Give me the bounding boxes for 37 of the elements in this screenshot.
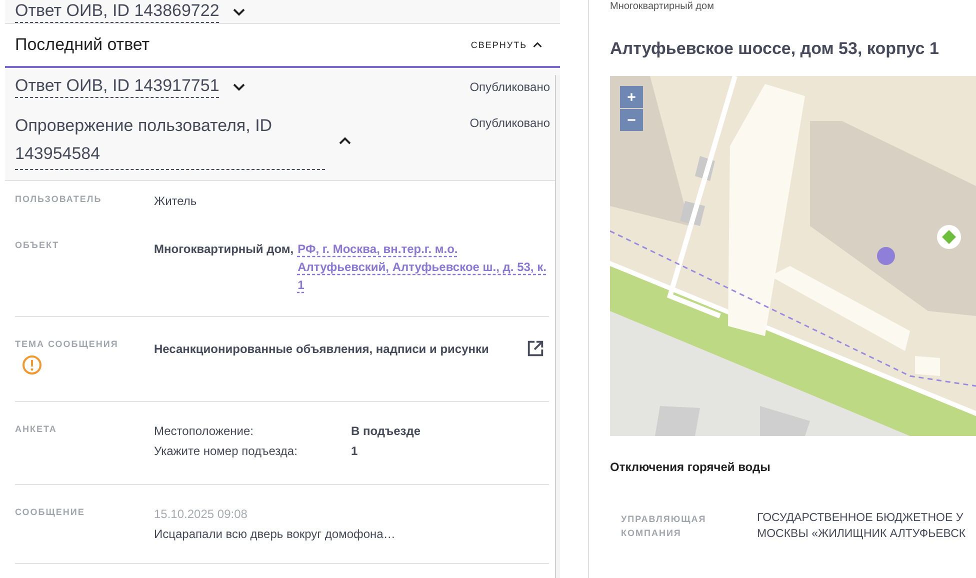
message-text: Исцарапали всю дверь вокруг домофона… <box>154 527 396 541</box>
field-label: СООБЩЕНИЕ <box>15 507 86 517</box>
field-value: Житель <box>154 194 198 208</box>
address-link[interactable]: РФ, г. Москва, вн.тер.г. м.о. Алтуфьевский, Алтуфьевское ш., д. 53, к. 1 <box>298 240 549 294</box>
response-title[interactable]: Ответ ОИВ, ID 143917751 <box>15 76 220 98</box>
section-title: Отключения горячей воды <box>610 460 772 474</box>
chevron-icon[interactable] <box>233 8 246 16</box>
field-label: ТЕМА СООБЩЕНИЯ <box>15 339 120 349</box>
location-dot-icon <box>877 247 895 265</box>
address-title: Алтуфьевское шоссе, дом 53, корпус 1 <box>610 39 940 59</box>
response-title[interactable]: Опровержение пользователя, ID 143954584 <box>15 112 325 170</box>
section-title: Последний ответ <box>15 35 150 55</box>
field-label: ОБЪЕКТ <box>15 240 60 250</box>
open-external-icon[interactable] <box>526 339 545 358</box>
field-label: ПОЛЬЗОВАТЕЛЬ <box>15 194 103 204</box>
chevron-icon[interactable] <box>339 137 351 145</box>
status-label: Опубликовано <box>470 79 550 94</box>
topic-value: Несанкционированные объявления, надписи и рисунки <box>154 342 489 356</box>
survey-answer: 1 <box>351 444 359 458</box>
message-time: 15.10.2025 09:08 <box>154 507 248 521</box>
zoom-in-button[interactable]: + <box>620 86 643 108</box>
survey-answer: В подъезде <box>351 424 422 438</box>
survey-question: Местоположение: <box>154 424 254 438</box>
chevron-icon[interactable] <box>233 83 246 91</box>
scrollbar[interactable] <box>555 75 560 578</box>
company-name: МОСКВЫ «ЖИЛИЩНИК АЛТУФЬЕВСК <box>757 528 966 540</box>
status-label: Опубликовано <box>470 115 550 130</box>
zoom-out-button[interactable]: − <box>620 109 643 131</box>
company-name: ГОСУДАРСТВЕННОЕ БЮДЖЕТНОЕ У <box>757 512 964 524</box>
field-label: УПРАВЛЯЮЩАЯ КОМПАНИЯ <box>621 513 708 540</box>
object-type: Многоквартирный дом, <box>154 241 294 258</box>
field-label: АНКЕТА <box>15 424 58 434</box>
chevron-icon <box>533 42 542 48</box>
object-type: Многоквартирный дом <box>610 1 715 12</box>
diamond-marker-icon[interactable] <box>936 224 962 250</box>
collapse-button[interactable]: СВЕРНУТЬ <box>462 36 550 54</box>
survey-question: Укажите номер подъезда: <box>154 444 298 458</box>
